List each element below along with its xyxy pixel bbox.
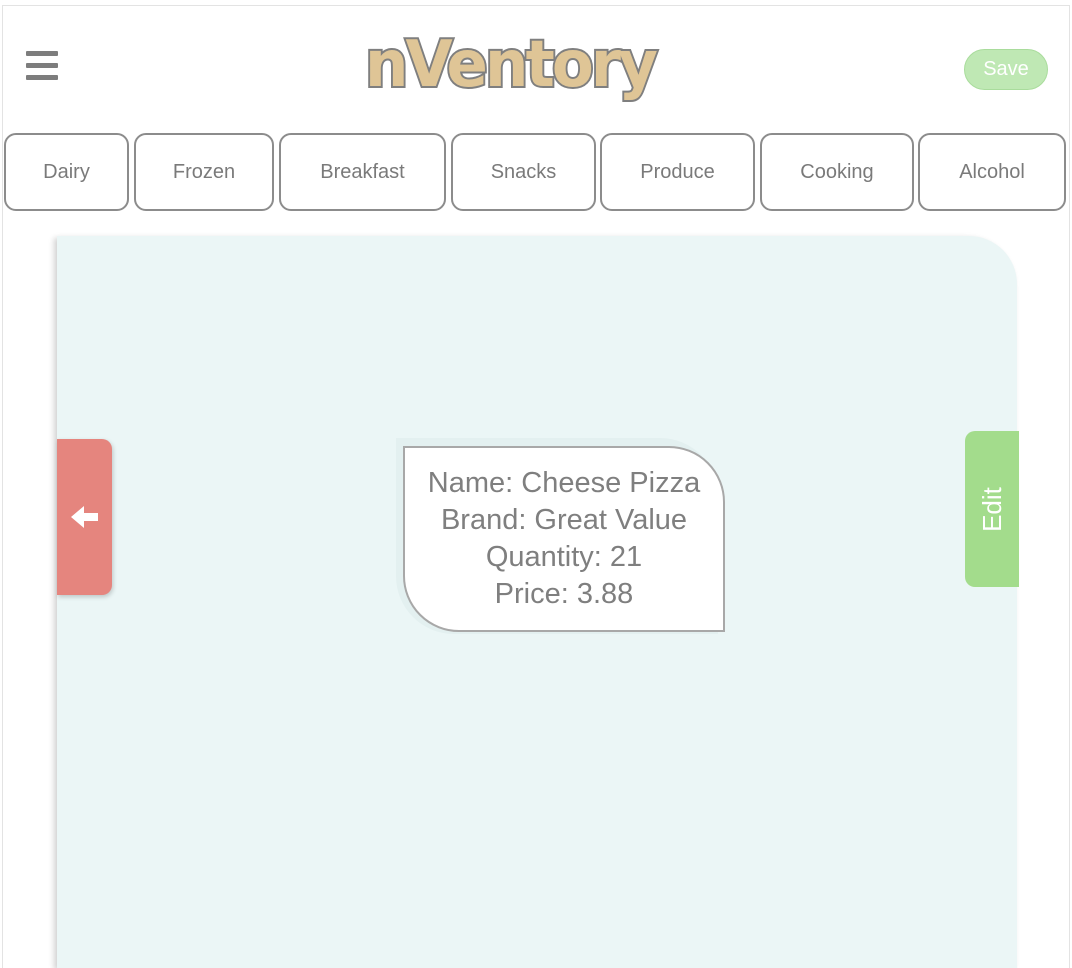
- item-price: Price: 3.88: [494, 578, 634, 610]
- item-name: Name: Cheese Pizza: [427, 467, 701, 499]
- tab-produce[interactable]: Produce: [600, 133, 755, 211]
- tab-snacks[interactable]: Snacks: [451, 133, 596, 211]
- tab-frozen[interactable]: Frozen: [134, 133, 274, 211]
- back-button[interactable]: [57, 439, 112, 595]
- arrow-left-icon: [70, 506, 98, 528]
- nventory-logo: nVentory: [363, 28, 660, 104]
- tab-breakfast[interactable]: Breakfast: [279, 133, 446, 211]
- edit-button-label: Edit: [976, 486, 1007, 532]
- hamburger-menu-icon[interactable]: [26, 51, 58, 80]
- edit-button[interactable]: Edit: [965, 431, 1019, 587]
- logo-text: nVentory: [365, 28, 657, 102]
- tab-cooking[interactable]: Cooking: [760, 133, 914, 211]
- save-button[interactable]: Save: [964, 49, 1048, 90]
- item-quantity: Quantity: 21: [485, 541, 643, 573]
- tab-alcohol[interactable]: Alcohol: [918, 133, 1066, 211]
- item-card[interactable]: Name: Cheese Pizza Brand: Great Value Qu…: [403, 446, 725, 632]
- item-brand: Brand: Great Value: [440, 504, 688, 536]
- tab-dairy[interactable]: Dairy: [4, 133, 129, 211]
